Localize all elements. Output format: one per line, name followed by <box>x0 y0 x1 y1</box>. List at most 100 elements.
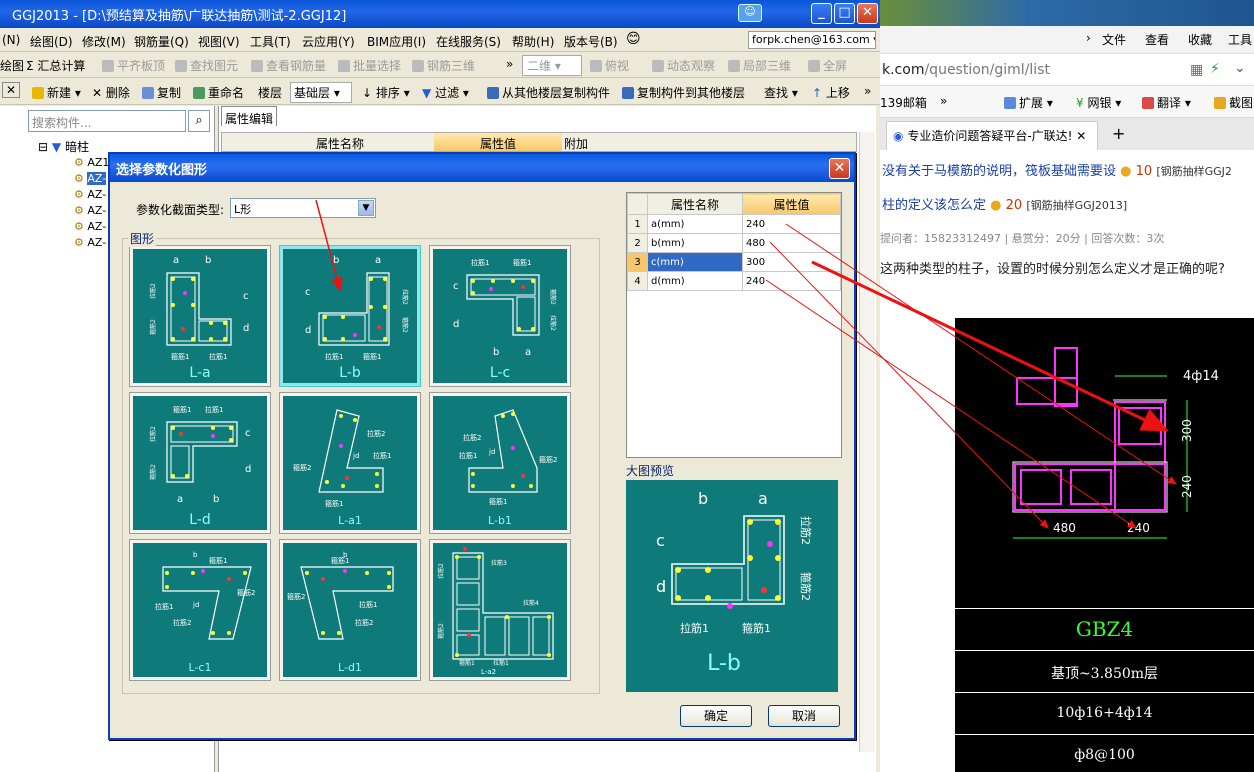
tool-view-rebar[interactable]: 查看钢筋量 <box>251 57 326 74</box>
filter-button[interactable]: ▼ 过滤 ▾ <box>422 84 469 101</box>
tool-find[interactable]: 查找图元 <box>175 57 238 74</box>
address-bar[interactable]: k.com/question/giml/list ▦ ⚡ ⌄ <box>880 56 1254 86</box>
section-type-select[interactable]: L形 ▼ <box>230 198 376 218</box>
menu-rebar[interactable]: 钢筋量(Q) <box>134 33 189 50</box>
maximize-icon[interactable]: □ <box>834 3 855 24</box>
copy-to-floor-button[interactable]: 复制构件到其他楼层 <box>622 84 745 101</box>
table-row[interactable]: 4 d(mm) 240 <box>627 271 841 291</box>
shape-tile-lc1[interactable]: b 箍筋1 拉筋1 jd 箍筋2 拉筋2 L-c1 <box>129 539 271 681</box>
more-icon[interactable]: » <box>940 94 947 108</box>
tree-item[interactable]: ⚙ AZ- <box>74 220 106 233</box>
tool-align-slab[interactable]: 平齐板顶 <box>102 57 165 74</box>
browser-menu-favorites[interactable]: 收藏 <box>1188 31 1212 48</box>
browser-menu-view[interactable]: 查看 <box>1145 31 1169 48</box>
new-button[interactable]: 新建 ▾ <box>32 84 81 101</box>
tree-item[interactable]: ⚙ AZ- <box>74 188 106 201</box>
menu-online[interactable]: 在线服务(S) <box>436 33 501 50</box>
preview-note: d <box>656 577 666 596</box>
param-value[interactable]: 300 <box>742 252 841 272</box>
shape-tile-lb1[interactable]: 拉筋2 jd 拉筋1 箍筋2 箍筋1 L-b1 <box>429 392 571 534</box>
table-row[interactable]: 1 a(mm) 240 <box>627 214 841 234</box>
browser-menu-file[interactable]: 文件 <box>1102 31 1126 48</box>
table-row[interactable]: 3 c(mm) 300 <box>627 252 841 272</box>
shape-tile-la1[interactable]: 拉筋2 jd 拉筋1 箍筋2 箍筋1 L-a1 <box>279 392 421 534</box>
param-value[interactable]: 240 <box>742 271 841 291</box>
move-up-button[interactable]: ↑ 上移 <box>812 84 850 101</box>
note: a <box>177 494 183 505</box>
minimize-icon[interactable]: _ <box>811 3 832 24</box>
copy-from-floor-button[interactable]: 从其他楼层复制构件 <box>487 84 610 101</box>
question-item[interactable]: 柱的定义该怎么定 ● 20 [钢筋抽样GGJ2013] <box>882 194 1127 213</box>
tool-fullscreen[interactable]: 全屏 <box>808 57 847 74</box>
chevron-down-icon[interactable]: ⌄ <box>1234 60 1246 76</box>
menu-edit[interactable]: 修改(M) <box>82 33 126 50</box>
lightning-icon[interactable]: ⚡ <box>1210 61 1220 77</box>
shape-tile-ld[interactable]: 箍筋1 拉筋1 c d 拉筋2 箍筋2 a b L-d <box>129 392 271 534</box>
tree-item[interactable]: ⚙ AZ1 <box>74 156 109 169</box>
delete-button[interactable]: ✕ 删除 <box>92 84 130 101</box>
floor-select[interactable]: 基础层 ▾ <box>290 82 352 103</box>
more-icon[interactable]: » <box>864 84 871 98</box>
close-panel-icon[interactable]: ✕ <box>2 82 20 98</box>
account-dropdown[interactable]: forpk.chen@163.com ▾ <box>748 31 876 49</box>
shape-tile-la2[interactable]: 拉筋3 拉筋4 拉筋2 箍筋2 箍筋1 拉筋1 L-a2 <box>429 539 571 681</box>
new-tab-icon[interactable]: + <box>1112 124 1125 143</box>
tool-partial-3d[interactable]: 局部三维 <box>728 57 791 74</box>
tree-item[interactable]: ⚙ AZ- <box>74 236 106 249</box>
tab-property-edit[interactable]: 属性编辑 <box>221 106 277 126</box>
tool-summary[interactable]: Σ 汇总计算 <box>26 57 85 74</box>
search-input[interactable]: 搜索构件... <box>28 110 186 132</box>
bookmark-bank[interactable]: ¥ 网银 ▾ <box>1076 94 1121 111</box>
tool-3d-rebar[interactable]: 钢筋三维 <box>412 57 475 74</box>
find-button[interactable]: 查找 ▾ <box>764 84 798 101</box>
tool-draw[interactable]: 绘图 <box>0 57 24 74</box>
bookmark-extensions[interactable]: 扩展 ▾ <box>1004 94 1053 111</box>
emoji-icon[interactable]: 😊 <box>626 31 641 47</box>
menu-cloud[interactable]: 云应用(Y) <box>302 33 355 50</box>
view-mode-select[interactable]: 二维 ▾ <box>522 55 582 76</box>
shape-tile-la[interactable]: a b c d 拉筋2 箍筋2 箍筋1 拉筋1 L-a <box>129 245 271 387</box>
bookmark-translate[interactable]: 翻译 ▾ <box>1142 94 1191 111</box>
tree-root[interactable]: ⊟ ▼ 暗柱 <box>38 138 89 155</box>
sort-button[interactable]: ↓ 排序 ▾ <box>362 84 410 101</box>
close-tab-icon[interactable]: ✕ <box>1076 129 1086 143</box>
more-icon[interactable]: » <box>506 57 513 71</box>
browser-menu-tools[interactable]: 工具 <box>1228 31 1252 48</box>
scrollbar[interactable] <box>859 132 875 752</box>
tree-item[interactable]: ⚙ AZ- <box>74 172 107 185</box>
menu-bim[interactable]: BIM应用(I) <box>367 33 426 50</box>
shape-tile-ld1[interactable]: b 箍筋1 拉筋1 箍筋2 拉筋2 L-d1 <box>279 539 421 681</box>
close-icon[interactable]: ✕ <box>857 3 878 24</box>
new-icon <box>32 87 44 99</box>
tool-batch[interactable]: 批量选择 <box>338 57 401 74</box>
menu-help[interactable]: 帮助(H) <box>512 33 554 50</box>
browser-tab[interactable]: ◉ 专业造价问题答疑平台-广联达! ✕ <box>886 121 1098 150</box>
menu-version[interactable]: 版本号(B) <box>564 33 618 50</box>
chevron-right-icon[interactable]: › <box>1086 31 1091 45</box>
tool-top-view[interactable]: 俯视 <box>590 57 629 74</box>
bookmark-screenshot[interactable]: 截图 <box>1214 94 1253 111</box>
menu-item[interactable]: (N) <box>2 33 20 47</box>
shape-tile-lc[interactable]: 拉筋1 箍筋1 c d 箍筋2 拉筋2 b a L-c <box>429 245 571 387</box>
tree-item[interactable]: ⚙ AZ- <box>74 204 106 217</box>
menu-view[interactable]: 视图(V) <box>198 33 240 50</box>
shape-tile-lb[interactable]: b a c d 拉筋2 箍筋2 拉筋1 箍筋1 L-b <box>279 245 421 387</box>
column-icon: ⚙ <box>74 236 84 249</box>
bookmark-139mail[interactable]: 139邮箱 <box>880 94 927 111</box>
shape-lb: b a c d 拉筋2 箍筋2 拉筋1 箍筋1 L-b <box>283 249 417 383</box>
table-row[interactable]: 2 b(mm) 480 <box>627 233 841 253</box>
copy-button[interactable]: 复制 <box>142 84 181 101</box>
qr-icon[interactable]: ▦ <box>1190 62 1203 78</box>
close-icon[interactable]: ✕ <box>829 158 850 179</box>
question-item[interactable]: 没有关于马模筋的说明，筏板基础需要设 ● 10 [钢筋抽样GGJ2 <box>882 160 1232 179</box>
ok-button[interactable]: 确定 <box>680 705 752 727</box>
param-value[interactable]: 480 <box>742 233 841 253</box>
search-icon[interactable]: ⌕ <box>188 110 210 132</box>
tray-icon[interactable]: ☺ <box>738 4 762 22</box>
tool-orbit[interactable]: 动态观察 <box>652 57 715 74</box>
rename-button[interactable]: 重命名 <box>193 84 244 101</box>
param-value[interactable]: 240 <box>742 214 841 234</box>
menu-draw[interactable]: 绘图(D) <box>30 33 73 50</box>
menu-tools[interactable]: 工具(T) <box>250 33 291 50</box>
cancel-button[interactable]: 取消 <box>768 705 840 727</box>
